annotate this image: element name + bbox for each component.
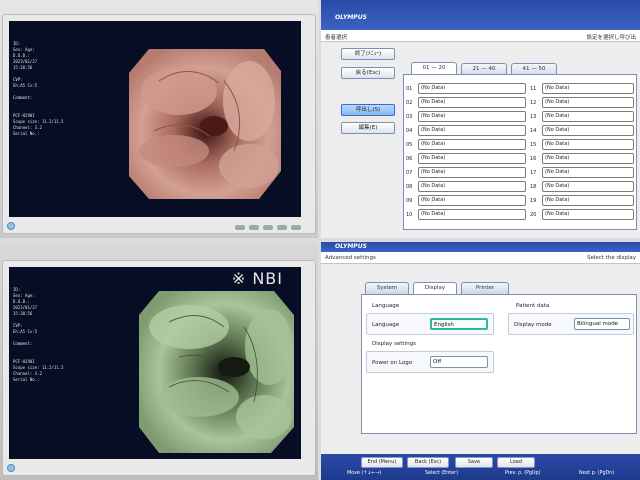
row-value: (No Data) [418,167,526,178]
monitor-bezel: ID: Sex: Age: D.O.B.: 2023/01/27 15:20:5… [2,14,316,234]
display-settings-header: Display settings [372,341,416,347]
load-button[interactable]: Load [497,457,535,468]
monitor-photo-bottom: ID: Sex: Age: D.O.B.: 2023/01/27 15:20:5… [0,242,318,480]
instruction-hint: Select the display [586,255,636,261]
endoscopic-image-nbi [139,291,294,453]
monitor-screen: ID: Sex: Age: D.O.B.: 2023/01/27 15:20:5… [9,267,301,459]
row-number: 08 [406,184,413,190]
edit-button[interactable]: 編集(E) [341,122,395,134]
display-settings-panel: Language Language English Display settin… [361,294,637,434]
row-number: 11 [530,86,537,92]
save-button[interactable]: Save [455,457,493,468]
next-page-hint: Next p. (PgDn) [579,471,615,476]
monitor-control-button[interactable] [291,225,301,230]
row-number: 15 [530,142,537,148]
monitor-control-button[interactable] [235,225,245,230]
olympus-logo: OLYMPUS [335,243,367,250]
row-value: (No Data) [542,83,634,94]
exit-menu-button[interactable]: 終了(ﾒﾆｭｰ) [341,48,395,60]
back-esc-button[interactable]: Back (Esc) [407,457,449,468]
row-value: (No Data) [542,195,634,206]
row-value: (No Data) [418,139,526,150]
row-number: 10 [406,212,413,218]
patient-select-screen: OLYMPUS 患者選択 設定を選択し呼び出 終了(ﾒﾆｭｰ) 戻る(Esc) … [321,0,640,238]
row-value: (No Data) [418,181,526,192]
row-value: (No Data) [542,139,634,150]
back-esc-button[interactable]: 戻る(Esc) [341,67,395,79]
select-hint: Select (Enter) [425,471,458,476]
tab-system[interactable]: System [365,282,409,294]
language-select[interactable]: English [430,318,488,330]
row-number: 01 [406,86,413,92]
power-on-logo-select[interactable]: Off [430,356,488,368]
row-value: (No Data) [542,181,634,192]
instruction-hint: 設定を選択し呼び出 [586,35,636,41]
patient-data-header: Patient data [516,303,550,309]
power-button[interactable] [7,222,15,230]
function-key-bar: End (Menu) Back (Esc) Save Load Move (↑↓… [321,454,640,480]
power-button[interactable] [7,464,15,472]
tab-display[interactable]: Display [413,282,457,294]
row-number: 12 [530,100,537,106]
move-hint: Move (↑↓←→) [347,471,382,476]
row-number: 06 [406,156,413,162]
header-bar: OLYMPUS [321,242,640,252]
advanced-settings-screen: OLYMPUS Advanced settings Select the dis… [321,242,640,480]
monitor-screen: ID: Sex: Age: D.O.B.: 2023/01/27 15:20:5… [9,21,301,217]
row-value: (No Data) [418,153,526,164]
row-value: (No Data) [542,153,634,164]
title-bar: Advanced settings Select the display [321,252,640,264]
end-menu-button[interactable]: End (Menu) [361,457,403,468]
row-value: (No Data) [542,125,634,136]
tab-printer[interactable]: Printer [461,282,509,294]
row-value: (No Data) [542,167,634,178]
row-value: (No Data) [418,97,526,108]
header-bar: OLYMPUS [321,0,640,30]
monitor-control-button[interactable] [277,225,287,230]
row-number: 16 [530,156,537,162]
row-number: 03 [406,114,413,120]
row-value: (No Data) [542,97,634,108]
row-number: 14 [530,128,537,134]
olympus-logo: OLYMPUS [335,14,367,21]
row-number: 13 [530,114,537,120]
monitor-bezel: ID: Sex: Age: D.O.B.: 2023/01/27 15:20:5… [2,260,316,476]
row-number: 07 [406,170,413,176]
row-number: 18 [530,184,537,190]
row-number: 02 [406,100,413,106]
patient-list: 01 (No Data) 02 (No Data) 03 (No Data) 04 (N… [403,74,637,230]
row-value: (No Data) [542,209,634,220]
row-value: (No Data) [542,111,634,122]
language-label: Language [372,322,400,328]
power-on-logo-label: Power on Logo [372,360,413,366]
row-number: 05 [406,142,413,148]
language-section-header: Language [372,303,400,309]
monitor-control-button[interactable] [249,225,259,230]
row-number: 17 [530,170,537,176]
monitor-photo-top: ID: Sex: Age: D.O.B.: 2023/01/27 15:20:5… [0,0,318,238]
row-number: 19 [530,198,537,204]
title-bar: 患者選択 設定を選択し呼び出 [321,30,640,42]
row-value: (No Data) [418,209,526,220]
page-title: 患者選択 [325,35,348,41]
row-number: 09 [406,198,413,204]
display-mode-select[interactable]: Bilingual mode [574,318,630,330]
row-value: (No Data) [418,83,526,94]
monitor-control-button[interactable] [263,225,273,230]
row-value: (No Data) [418,125,526,136]
row-number: 20 [530,212,537,218]
prev-page-hint: Prev. p. (PgUp) [505,471,541,476]
call-button[interactable]: 呼出し(S) [341,104,395,116]
page-title: Advanced settings [325,255,376,261]
row-value: (No Data) [418,195,526,206]
row-value: (No Data) [418,111,526,122]
endoscopic-image-white-light [129,49,281,199]
display-mode-label: Display mode [514,322,552,328]
row-number: 04 [406,128,413,134]
